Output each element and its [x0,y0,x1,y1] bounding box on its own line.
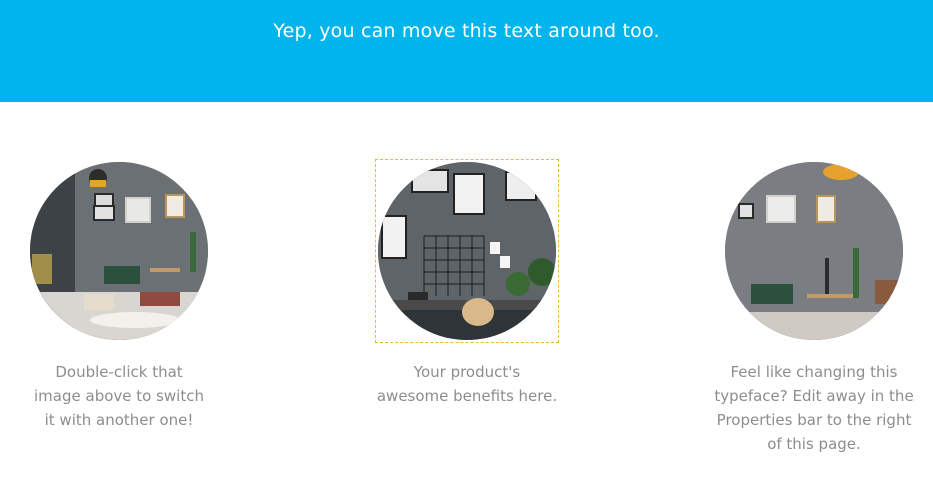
caption-line: Properties bar to the right [716,411,912,429]
caption-line: typeface? Edit away in the [714,387,914,405]
caption-1[interactable]: Double-click that image above to switch … [4,360,234,432]
caption-line: awesome benefits here. [376,387,558,405]
workspace-image[interactable] [378,162,556,340]
caption-line: Your product's [413,363,521,381]
feature-card-1: Double-click that image above to switch … [4,160,234,432]
banner-text[interactable]: Yep, you can move this text around too. [0,20,933,42]
caption-line: of this page. [767,435,861,453]
caption-3[interactable]: Feel like changing this typeface? Edit a… [699,360,929,456]
image-frame-3[interactable] [723,160,905,342]
feature-card-2: Your product's awesome benefits here. [352,159,582,408]
caption-line: it with another one! [44,411,194,429]
caption-2[interactable]: Your product's awesome benefits here. [352,360,582,408]
caption-line: Double-click that [55,363,183,381]
feature-card-3: Feel like changing this typeface? Edit a… [699,160,929,456]
image-frame-1[interactable] [28,160,210,342]
caption-line: Feel like changing this [730,363,898,381]
image-frame-2-selected[interactable] [375,159,559,343]
header-banner: Yep, you can move this text around too. [0,0,933,102]
lounge-image[interactable] [725,162,903,340]
caption-line: image above to switch [34,387,204,405]
living-room-image[interactable] [30,162,208,340]
